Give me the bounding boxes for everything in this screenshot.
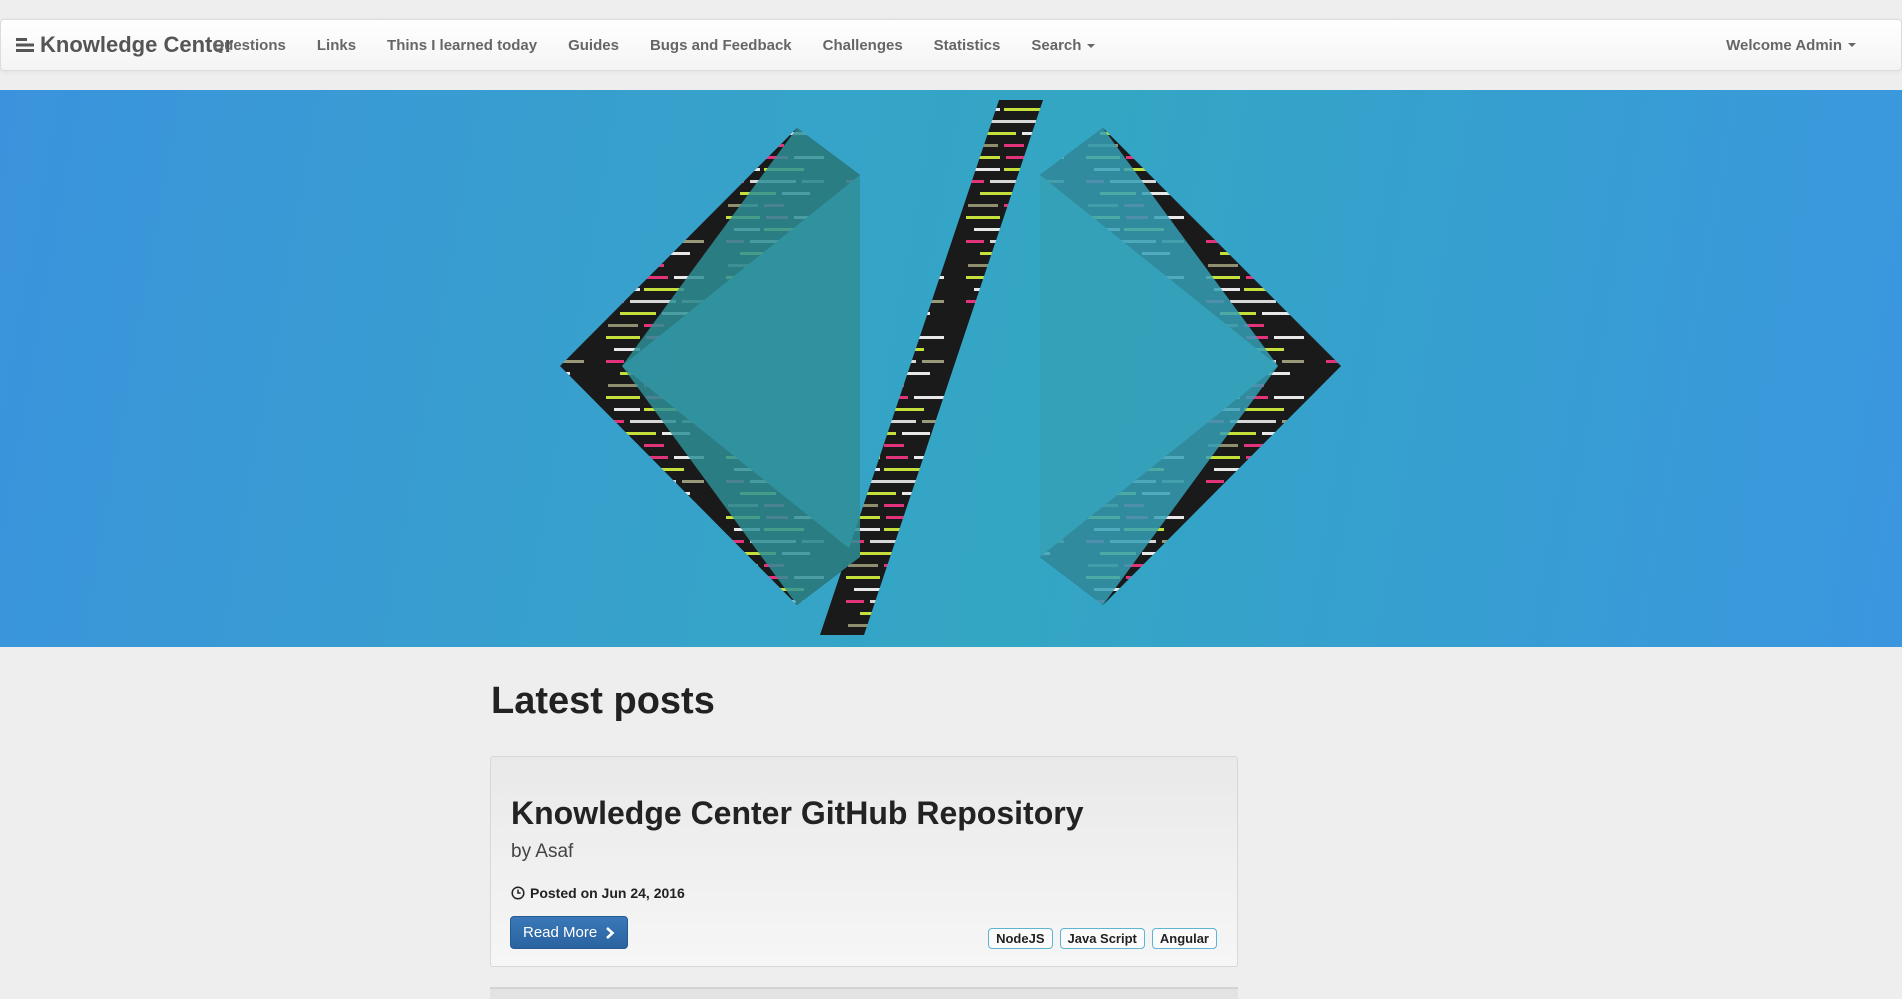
nav-item-statistics[interactable]: Statistics [918,37,1016,54]
nav-item-challenges[interactable]: Challenges [807,37,918,54]
user-menu-label: Welcome Admin [1726,36,1842,54]
post-date-text: Posted on Jun 24, 2016 [530,885,685,901]
hero-banner [0,90,1902,647]
post-date: Posted on Jun 24, 2016 [511,885,685,901]
nav-item-bugs-and-feedback[interactable]: Bugs and Feedback [634,37,807,54]
caret-down-icon [1087,43,1096,48]
bars-icon [16,38,34,52]
chevron-right-icon [606,926,615,939]
read-more-label: Read More [523,924,598,941]
nav-item-guides[interactable]: Guides [553,37,635,54]
main-nav: Questions Links Thins I learned today Gu… [197,20,1111,70]
read-more-button[interactable]: Read More [510,916,629,949]
tag-angular[interactable]: Angular [1151,928,1217,949]
post-author: by Asaf [511,841,574,862]
tag-nodejs[interactable]: NodeJS [988,928,1053,949]
post-card: Knowledge Center GitHub Repository by As… [490,756,1238,967]
tag-javascript[interactable]: Java Script [1059,928,1145,949]
nav-item-questions[interactable]: Questions [197,37,301,54]
latest-posts-heading: Latest posts [491,680,715,722]
caret-down-icon [1848,43,1856,47]
next-post-card [490,987,1238,999]
post-tags: NodeJS Java Script Angular [988,928,1217,949]
code-brackets-logo [560,100,1341,635]
user-menu-dropdown[interactable]: Welcome Admin [1726,20,1856,70]
clock-icon [511,886,525,900]
nav-item-search-dropdown[interactable]: Search [1016,37,1111,54]
post-title[interactable]: Knowledge Center GitHub Repository [511,795,1083,832]
search-label: Search [1031,36,1082,54]
nav-item-links[interactable]: Links [301,37,371,54]
nav-item-things-i-learned-today[interactable]: Thins I learned today [372,37,553,54]
top-navbar: Knowledge Center Questions Links Thins I… [0,19,1902,71]
